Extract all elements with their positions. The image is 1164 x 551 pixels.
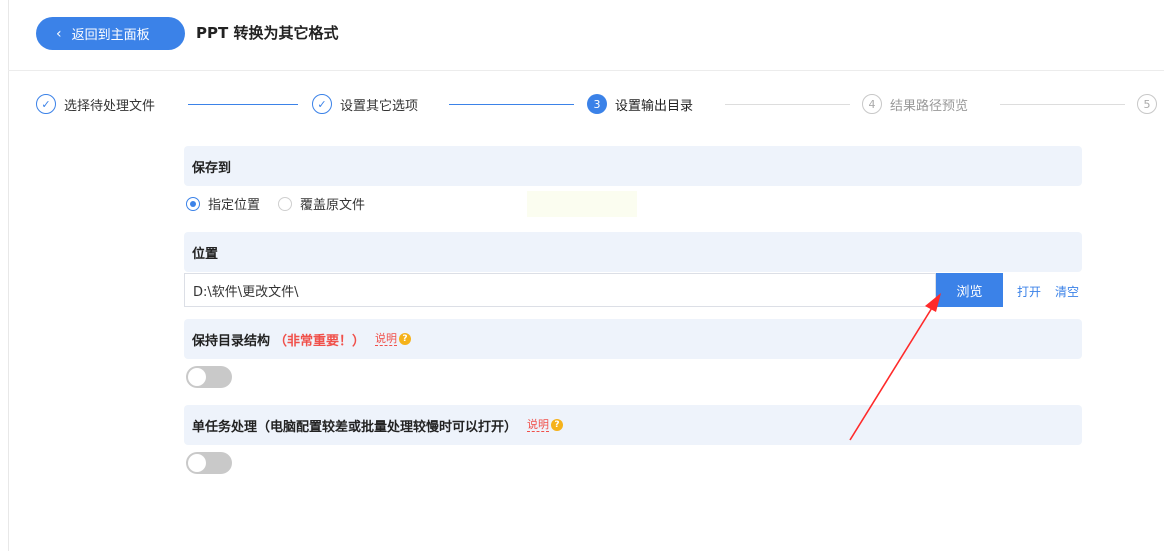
arrow-head [925,293,941,312]
annotation-arrow [849,293,941,441]
arrow-shaft [849,302,936,441]
